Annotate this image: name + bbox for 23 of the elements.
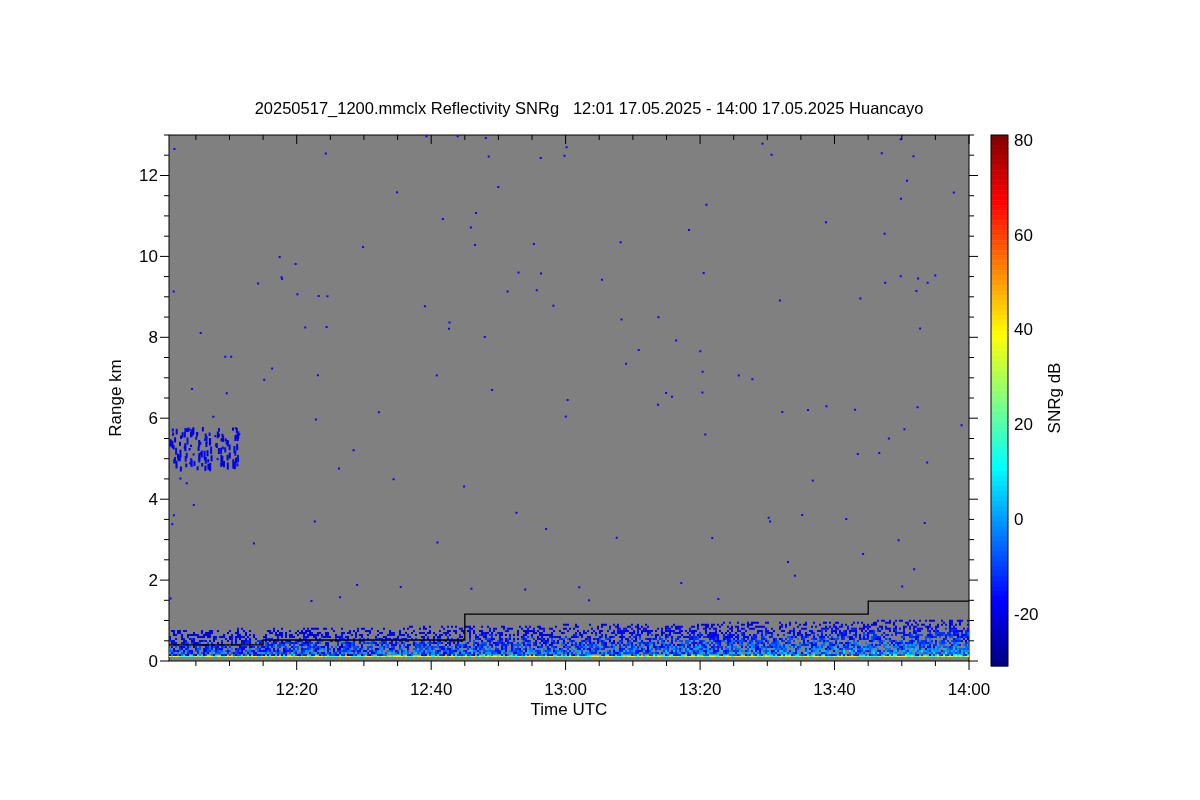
tick-label: 13:40 bbox=[813, 680, 856, 699]
tick-label: -20 bbox=[1014, 604, 1039, 624]
tick-label: 2 bbox=[148, 571, 158, 591]
tick-label: 10 bbox=[139, 247, 158, 267]
tick-label: 0 bbox=[1014, 510, 1024, 530]
tick-label: 20 bbox=[1014, 415, 1033, 435]
tick-label: 12 bbox=[139, 166, 158, 186]
tick-label: 4 bbox=[148, 490, 158, 510]
tick-label: 13:00 bbox=[544, 680, 587, 699]
colorbar-label: SNRg dB bbox=[1045, 362, 1064, 434]
axis-label: Time UTC bbox=[530, 700, 608, 719]
tick-label: 12:40 bbox=[409, 680, 453, 699]
axis-label: Range km bbox=[106, 359, 125, 437]
tick-label: 12:20 bbox=[275, 680, 318, 699]
tick-label: 14:00 bbox=[947, 680, 991, 699]
tick-label: 6 bbox=[148, 409, 158, 429]
tick-label: 13:20 bbox=[678, 680, 722, 699]
tick-label: 40 bbox=[1014, 320, 1033, 340]
tick-label: 0 bbox=[148, 652, 158, 671]
tick-label: 80 bbox=[1014, 130, 1033, 150]
chart-title: 20250517_1200.mmclx Reflectivity SNRg 12:01 17.05.2025 - 14:00 17.05.2025 Huancayo bbox=[254, 99, 924, 117]
tick-label: 60 bbox=[1014, 225, 1033, 245]
tick-label: 8 bbox=[148, 328, 158, 348]
